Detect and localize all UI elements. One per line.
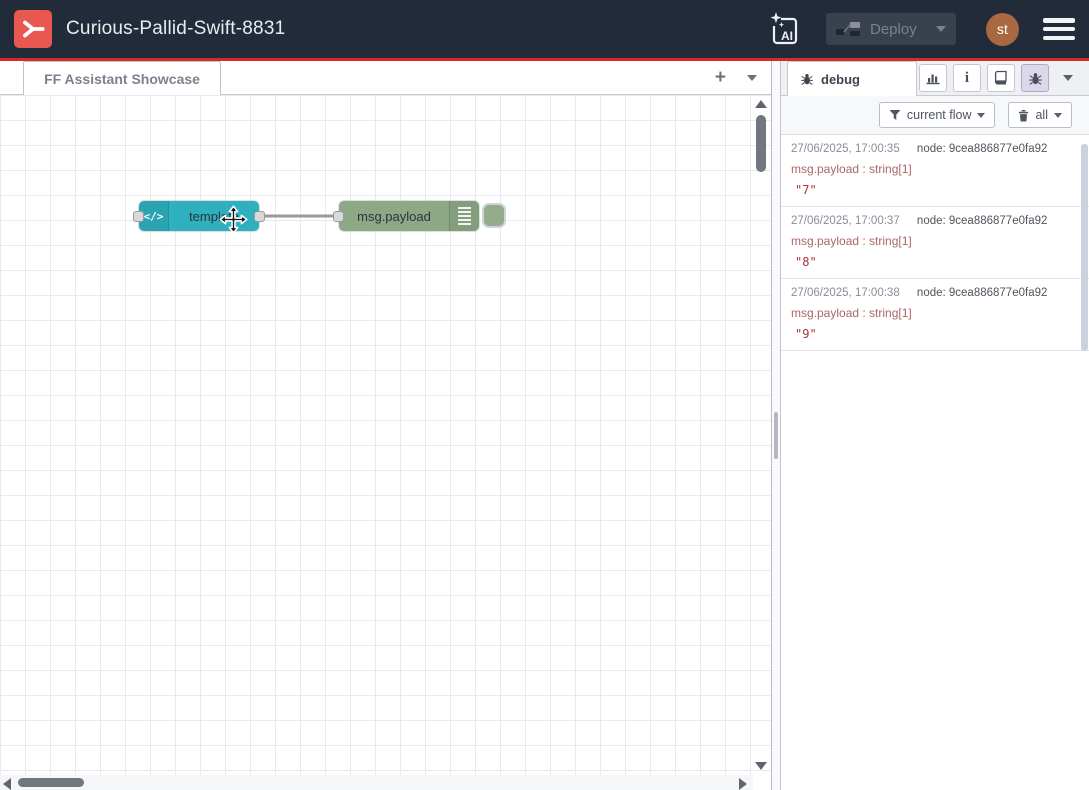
deploy-label: Deploy xyxy=(870,21,917,38)
sidebar-tabs-caret-icon[interactable] xyxy=(1063,75,1073,81)
instance-title: Curious-Pallid-Swift-8831 xyxy=(66,18,285,40)
debug-enable-toggle[interactable] xyxy=(482,203,506,228)
deploy-button[interactable]: Deploy xyxy=(826,13,956,45)
ai-icon: AI xyxy=(768,11,800,47)
debug-node-label: msg.payload xyxy=(339,209,449,224)
debug-node-id: node: 9cea886877e0fa92 xyxy=(917,215,1047,227)
flow-tab-active[interactable]: FF Assistant Showcase xyxy=(23,61,221,95)
deploy-options-caret-icon[interactable] xyxy=(936,26,946,32)
debug-clear-button[interactable]: all xyxy=(1008,102,1072,128)
logo-fork-glyph xyxy=(20,16,46,42)
info-icon: i xyxy=(965,70,969,87)
canvas-horizontal-scrollbar[interactable] xyxy=(0,775,753,790)
debug-value: "7" xyxy=(791,183,1079,197)
debug-clear-label: all xyxy=(1035,108,1048,122)
debug-value: "9" xyxy=(791,327,1079,341)
trash-icon xyxy=(1018,109,1029,122)
flowfuse-logo-icon[interactable] xyxy=(14,10,52,48)
tab-help-button[interactable] xyxy=(987,64,1015,92)
book-icon xyxy=(993,70,1009,86)
debug-message-meta: 27/06/2025, 17:00:35 node: 9cea886877e0f… xyxy=(791,143,1079,155)
template-output-port[interactable] xyxy=(254,211,265,222)
debug-timestamp: 27/06/2025, 17:00:38 xyxy=(791,287,900,299)
header-actions: AI Deploy st xyxy=(768,11,1075,47)
template-input-port[interactable] xyxy=(133,211,144,222)
tab-debug-button[interactable] xyxy=(1021,64,1049,92)
hamburger-bar xyxy=(1043,27,1075,32)
bar-chart-icon xyxy=(925,70,941,86)
sidebar-tab-buttons: i xyxy=(919,61,1089,95)
tab-debug[interactable]: debug xyxy=(787,61,917,96)
sidebar-splitter[interactable] xyxy=(772,61,780,790)
debug-message: 27/06/2025, 17:00:37 node: 9cea886877e0f… xyxy=(781,207,1089,279)
add-flow-button[interactable]: + xyxy=(715,68,726,88)
debug-input-port[interactable] xyxy=(333,211,344,222)
flow-canvas[interactable]: </> template msg.payload xyxy=(0,95,771,790)
debug-property[interactable]: msg.payload : string[1] xyxy=(791,306,1079,320)
main-area: FF Assistant Showcase + </> template msg… xyxy=(0,61,1089,790)
bug-icon xyxy=(800,72,814,86)
debug-toolbar: current flow all xyxy=(781,96,1089,134)
workspace: FF Assistant Showcase + </> template msg… xyxy=(0,61,772,790)
tab-info-button[interactable]: i xyxy=(953,64,981,92)
deploy-nodes-icon xyxy=(836,21,860,37)
debug-node-id: node: 9cea886877e0fa92 xyxy=(917,287,1047,299)
main-menu-button[interactable] xyxy=(1043,18,1075,40)
clear-caret-icon xyxy=(1054,113,1062,118)
flow-list-caret-icon[interactable] xyxy=(747,75,757,81)
user-avatar[interactable]: st xyxy=(986,13,1019,46)
debug-filter-button[interactable]: current flow xyxy=(879,102,996,128)
ai-assistant-button[interactable]: AI xyxy=(768,11,800,47)
header: Curious-Pallid-Swift-8831 AI Deploy xyxy=(0,0,1089,58)
filter-caret-icon xyxy=(977,113,985,118)
debug-timestamp: 27/06/2025, 17:00:35 xyxy=(791,143,900,155)
debug-message: 27/06/2025, 17:00:35 node: 9cea886877e0f… xyxy=(781,135,1089,207)
tab-dashboard-button[interactable] xyxy=(919,64,947,92)
debug-list-icon xyxy=(449,201,479,231)
scroll-up-arrow-icon[interactable] xyxy=(755,100,767,108)
wire xyxy=(0,95,771,790)
scroll-down-arrow-icon[interactable] xyxy=(755,762,767,770)
debug-message-meta: 27/06/2025, 17:00:37 node: 9cea886877e0f… xyxy=(791,215,1079,227)
debug-node[interactable]: msg.payload xyxy=(339,201,479,231)
canvas-vertical-scrollbar[interactable] xyxy=(753,97,769,773)
svg-text:AI: AI xyxy=(781,29,793,43)
tab-debug-label: debug xyxy=(821,72,860,87)
bug-icon xyxy=(1028,71,1043,86)
debug-property[interactable]: msg.payload : string[1] xyxy=(791,162,1079,176)
debug-message-meta: 27/06/2025, 17:00:38 node: 9cea886877e0f… xyxy=(791,287,1079,299)
debug-message: 27/06/2025, 17:00:38 node: 9cea886877e0f… xyxy=(781,279,1089,351)
sidebar-tabbar: debug i xyxy=(781,61,1089,96)
hamburger-bar xyxy=(1043,36,1075,41)
debug-timestamp: 27/06/2025, 17:00:37 xyxy=(791,215,900,227)
debug-property[interactable]: msg.payload : string[1] xyxy=(791,234,1079,248)
debug-message-list: 27/06/2025, 17:00:35 node: 9cea886877e0f… xyxy=(781,134,1089,790)
filter-funnel-icon xyxy=(889,109,901,121)
sidebar: debug i xyxy=(780,61,1089,790)
debug-value: "8" xyxy=(791,255,1079,269)
scroll-right-arrow-icon[interactable] xyxy=(739,778,747,790)
debug-node-id: node: 9cea886877e0fa92 xyxy=(917,143,1047,155)
splitter-handle[interactable] xyxy=(774,412,778,459)
move-cursor-icon xyxy=(219,205,248,234)
scroll-left-arrow-icon[interactable] xyxy=(3,778,11,790)
hamburger-bar xyxy=(1043,18,1075,23)
debug-filter-label: current flow xyxy=(907,108,972,122)
flow-tabbar: FF Assistant Showcase + xyxy=(0,61,771,95)
debug-scrollbar-thumb[interactable] xyxy=(1081,144,1088,351)
vertical-scroll-thumb[interactable] xyxy=(756,115,766,172)
horizontal-scroll-thumb[interactable] xyxy=(18,778,84,787)
node-red-app: Curious-Pallid-Swift-8831 AI Deploy xyxy=(0,0,1089,790)
